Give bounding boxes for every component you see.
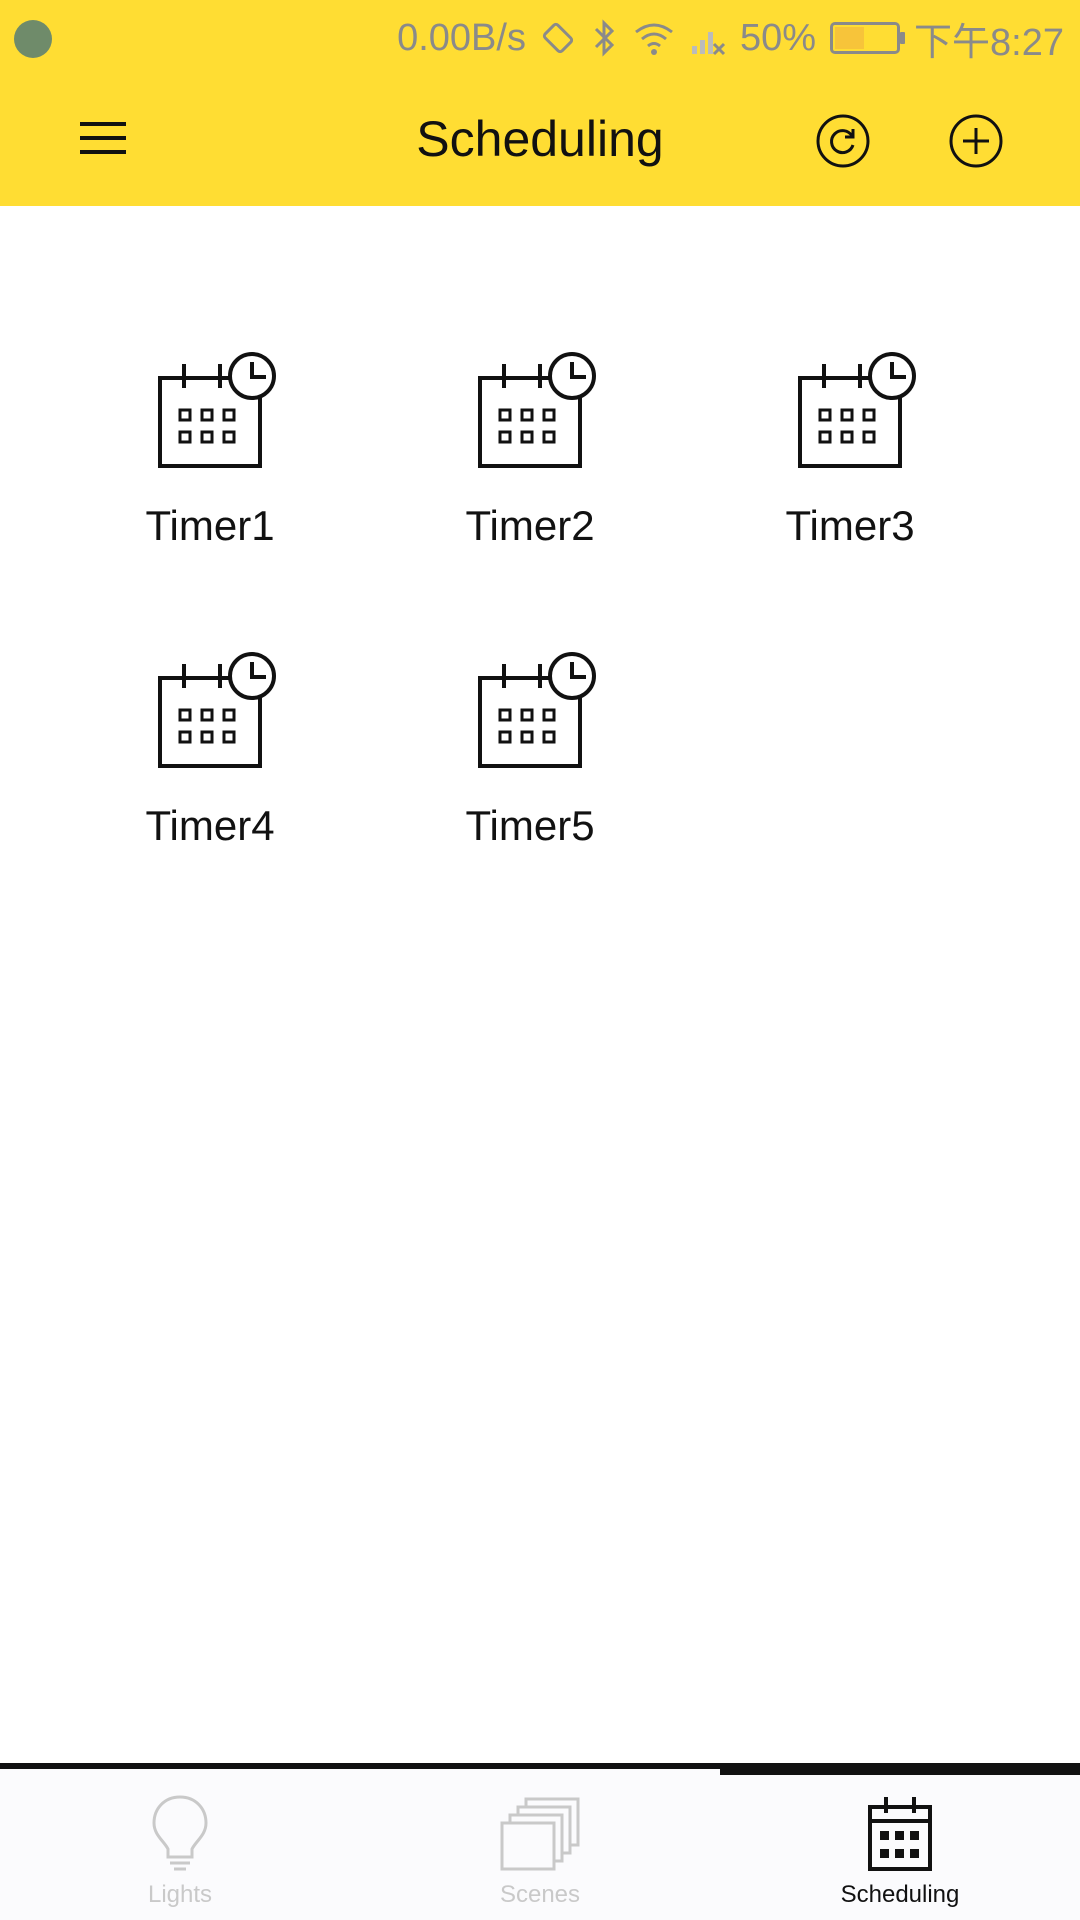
- status-right-group: 0.00B/s 50% 下午8:27: [397, 8, 1064, 68]
- tab-scenes-label: Scenes: [499, 1881, 581, 1908]
- tab-scheduling[interactable]: Scheduling: [720, 1775, 1080, 1920]
- refresh-button[interactable]: [816, 114, 870, 168]
- timer-item[interactable]: Timer2: [410, 350, 650, 570]
- status-bar: 0.00B/s 50% 下午8:27: [0, 0, 1080, 74]
- timer-item[interactable]: Timer5: [410, 650, 650, 870]
- battery-icon: [830, 22, 906, 54]
- tab-scenes[interactable]: Scenes: [360, 1775, 720, 1920]
- timer-label: Timer5: [465, 802, 595, 849]
- tab-lights[interactable]: Lights: [0, 1775, 360, 1920]
- timer-item[interactable]: Timer4: [90, 650, 330, 870]
- bottom-nav: Lights Scenes Scheduling: [0, 1763, 1080, 1920]
- calendar-clock-icon: [478, 352, 596, 468]
- signal-icon: [691, 32, 726, 56]
- active-tab-indicator: [720, 1763, 1080, 1775]
- timer-item[interactable]: Timer3: [730, 350, 970, 570]
- bluetooth-icon: [594, 19, 615, 57]
- calendar-clock-icon: [158, 652, 276, 768]
- calendar-clock-icon: [478, 652, 596, 768]
- timer-item[interactable]: Timer1: [90, 350, 330, 570]
- timer-label: Timer4: [145, 802, 275, 849]
- net-speed: 0.00B/s: [397, 16, 526, 59]
- wifi-icon: [635, 23, 673, 55]
- calendar-clock-icon: [798, 352, 916, 468]
- top-bar: 0.00B/s 50% 下午8:27 Scheduling: [0, 0, 1080, 206]
- page-title: Scheduling: [416, 111, 664, 167]
- timer-label: Timer1: [145, 502, 275, 549]
- refresh-icon: [816, 114, 870, 168]
- add-icon: [949, 114, 1003, 168]
- scenes-stack-icon: [500, 1797, 580, 1871]
- rotate-icon: [542, 22, 574, 54]
- app-bar: Scheduling: [0, 74, 1080, 206]
- tab-lights-label: Lights: [147, 1881, 213, 1908]
- tab-scheduling-label: Scheduling: [840, 1881, 960, 1908]
- app-notification-icon: [14, 20, 52, 58]
- calendar-clock-icon: [158, 352, 276, 468]
- timer-label: Timer3: [785, 502, 915, 549]
- add-timer-button[interactable]: [949, 114, 1003, 168]
- lightbulb-icon: [152, 1795, 208, 1871]
- clock: 下午8:27: [914, 21, 1064, 64]
- calendar-icon: [868, 1797, 932, 1871]
- battery-percent: 50%: [739, 16, 817, 59]
- timer-label: Timer2: [465, 502, 595, 549]
